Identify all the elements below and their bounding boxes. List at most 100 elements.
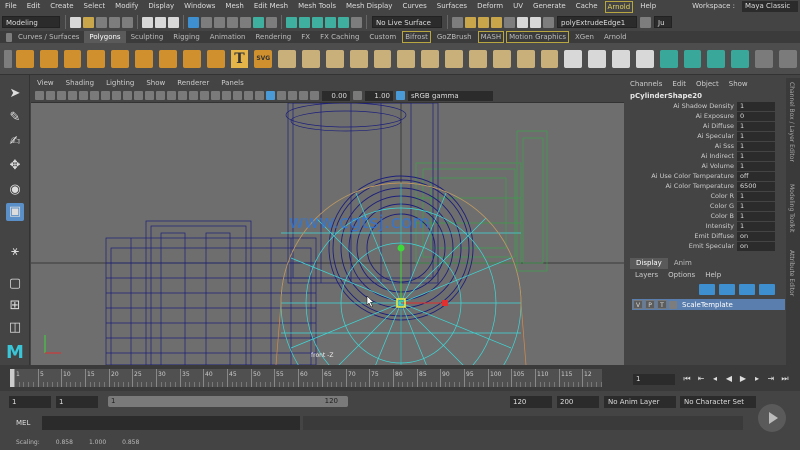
channel-menu-channels[interactable]: Channels <box>625 78 667 90</box>
menu-mesh-display[interactable]: Mesh Display <box>341 0 397 13</box>
safe-title-icon[interactable] <box>145 91 154 100</box>
uv-editor-icon[interactable] <box>635 49 654 68</box>
poly-torus-icon[interactable] <box>111 49 130 68</box>
ambient-occlusion-icon[interactable] <box>222 91 231 100</box>
shelf-extra-icon[interactable] <box>778 49 797 68</box>
viewport-menu-panels[interactable]: Panels <box>215 78 250 89</box>
edge-mask-icon[interactable] <box>201 16 212 28</box>
attribute-value[interactable]: 1 <box>737 131 775 141</box>
platonic-solid-icon[interactable] <box>182 49 201 68</box>
quad-draw-icon[interactable] <box>564 49 583 68</box>
playback-end-input[interactable]: 120 <box>510 396 552 408</box>
tab-fx-caching[interactable]: FX Caching <box>315 31 364 43</box>
menu-edit-mesh[interactable]: Edit Mesh <box>249 0 293 13</box>
attribute-value[interactable]: 6500 <box>737 181 775 191</box>
viewport-menu-view[interactable]: View <box>31 78 60 89</box>
snap-point-icon[interactable] <box>312 16 323 28</box>
tab-channel-box-layer-editor[interactable]: Channel Box / Layer Editor <box>788 82 795 162</box>
field-chart-icon[interactable] <box>123 91 132 100</box>
mirror-icon[interactable] <box>373 49 392 68</box>
menu-select[interactable]: Select <box>79 0 111 13</box>
time-ruler[interactable]: 1 5 10 15 20 25 30 35 40 45 50 55 60 65 70 75 80 85 90 95 10… <box>10 369 602 387</box>
go-to-start-icon[interactable]: ⏮ <box>681 373 693 385</box>
new-layer-from-selected-icon[interactable] <box>759 284 775 295</box>
tab-rendering[interactable]: Rendering <box>250 31 296 43</box>
camera-attributes-icon[interactable] <box>46 91 55 100</box>
rename-input[interactable]: polyExtrudeEdge1 <box>557 16 637 28</box>
anim-layer-dropdown[interactable]: No Anim Layer <box>604 396 676 408</box>
show-manipulator-icon[interactable]: ⚹ <box>6 243 24 261</box>
attribute-value[interactable]: 1 <box>737 211 775 221</box>
viewport-menu-renderer[interactable]: Renderer <box>171 78 215 89</box>
selected-object-name[interactable]: pCylinderShape20 <box>630 92 702 100</box>
fill-hole-icon[interactable] <box>468 49 487 68</box>
render-view-icon[interactable] <box>465 16 476 28</box>
xray-joints-icon[interactable] <box>288 91 297 100</box>
shadows-icon[interactable] <box>211 91 220 100</box>
super-shape-icon[interactable] <box>206 49 225 68</box>
step-forward-key-icon[interactable]: ⇥ <box>765 373 777 385</box>
rotate-tool-icon[interactable]: ◉ <box>6 181 24 199</box>
layer-menu-options[interactable]: Options <box>663 270 700 280</box>
multi-cut-icon[interactable] <box>516 49 535 68</box>
playback-start-input[interactable]: 1 <box>56 396 98 408</box>
tab-anim-layers[interactable]: Anim <box>668 258 698 269</box>
history-icon[interactable] <box>452 16 463 28</box>
attribute-row[interactable]: Emit Specular on <box>625 241 785 251</box>
select-tool-icon[interactable]: ➤ <box>6 85 24 103</box>
target-weld-icon[interactable] <box>540 49 559 68</box>
current-time-indicator[interactable] <box>10 369 14 387</box>
camera-select-icon[interactable] <box>35 91 44 100</box>
tab-curves-surfaces[interactable]: Curves / Surfaces <box>13 31 84 43</box>
menu-arnold[interactable]: Arnold <box>604 0 634 13</box>
snap-surface-icon[interactable] <box>338 16 349 28</box>
lock-icon[interactable] <box>266 16 277 28</box>
range-slider[interactable]: 1 120 <box>108 396 348 407</box>
lights-icon[interactable] <box>200 91 209 100</box>
attribute-row[interactable]: Ai Color Temperature 6500 <box>625 181 785 191</box>
render-settings-icon[interactable] <box>504 16 515 28</box>
combine-icon[interactable] <box>278 49 297 68</box>
select-component-icon[interactable] <box>168 16 179 28</box>
multisample-icon[interactable] <box>244 91 253 100</box>
shelf-menu-icon[interactable] <box>6 32 12 42</box>
menu-surfaces[interactable]: Surfaces <box>432 0 472 13</box>
video-play-overlay-icon[interactable] <box>758 404 786 432</box>
command-input[interactable] <box>42 416 300 430</box>
attribute-row[interactable]: Ai Diffuse 1 <box>625 121 785 131</box>
wireframe-icon[interactable] <box>156 91 165 100</box>
bookmark-icon[interactable] <box>57 91 66 100</box>
boolean-icon[interactable] <box>349 49 368 68</box>
menu-help[interactable]: Help <box>635 0 661 13</box>
four-view-icon[interactable]: ⊞ <box>6 297 24 315</box>
move-layer-up-icon[interactable] <box>699 284 715 295</box>
menu-mesh-tools[interactable]: Mesh Tools <box>293 0 341 13</box>
svg-icon[interactable]: SVG <box>254 49 273 68</box>
attribute-value[interactable]: 1 <box>737 101 775 111</box>
input-mode-icon[interactable] <box>543 16 554 28</box>
workspace-dropdown[interactable]: Maya Classic <box>742 1 798 12</box>
hypershade-icon[interactable] <box>517 16 528 28</box>
two-view-icon[interactable]: ◫ <box>6 319 24 337</box>
lasso-tool-icon[interactable]: ✎ <box>6 109 24 127</box>
image-plane-icon[interactable] <box>68 91 77 100</box>
scale-manipulator-x-handle[interactable] <box>442 300 448 306</box>
step-back-key-icon[interactable]: ⇤ <box>695 373 707 385</box>
attribute-value[interactable]: 0 <box>737 111 775 121</box>
snap-view-icon[interactable] <box>325 16 336 28</box>
attribute-value[interactable]: 1 <box>737 151 775 161</box>
layer-row-scaletemplate[interactable]: V P T ScaleTemplate <box>632 299 785 310</box>
tab-bifrost[interactable]: Bifrost <box>402 31 431 43</box>
move-tool-icon[interactable]: ✥ <box>6 157 24 175</box>
attribute-value[interactable]: 1 <box>737 141 775 151</box>
tab-fx[interactable]: FX <box>296 31 315 43</box>
poly-plane-icon[interactable] <box>135 49 153 68</box>
channel-menu-object[interactable]: Object <box>691 78 724 90</box>
open-scene-icon[interactable] <box>83 16 94 28</box>
menu-deform[interactable]: Deform <box>472 0 508 13</box>
attribute-row[interactable]: Ai Shadow Density 1 <box>625 101 785 111</box>
layer-menu-help[interactable]: Help <box>700 270 726 280</box>
poly-type-icon[interactable]: T <box>230 49 249 68</box>
menuset-dropdown[interactable]: Modeling <box>2 16 60 28</box>
poly-cylinder-icon[interactable] <box>63 49 82 68</box>
